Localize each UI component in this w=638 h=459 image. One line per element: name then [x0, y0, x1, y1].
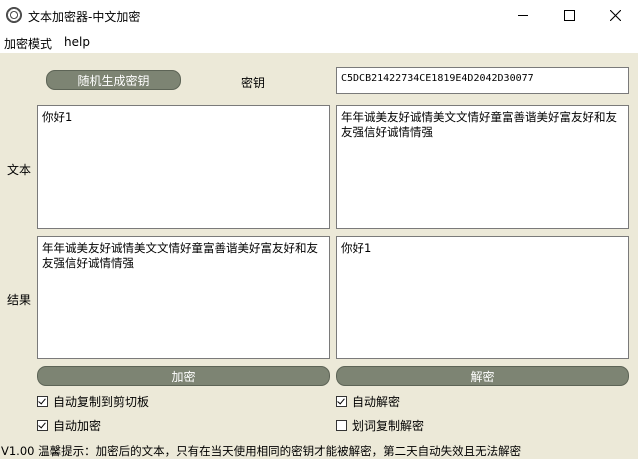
title-bar: 文本加密器-中文加密 [0, 0, 638, 31]
auto-decrypt-checkbox[interactable]: 自动解密 [336, 393, 400, 410]
decrypt-result-output[interactable]: 你好1 [336, 236, 629, 359]
menu-help[interactable]: help [64, 35, 90, 49]
key-input[interactable]: C5DCB21422734CE1819E4D2042D30077 [336, 67, 629, 94]
select-copy-decrypt-label: 划词复制解密 [352, 419, 425, 433]
result-row-label: 结果 [7, 293, 32, 307]
auto-encrypt-label: 自动加密 [53, 419, 102, 433]
key-label: 密钥 [241, 76, 266, 90]
select-copy-decrypt-checkbox[interactable]: 划词复制解密 [336, 417, 424, 434]
close-button[interactable] [592, 0, 638, 31]
menu-encrypt-mode[interactable]: 加密模式 [4, 35, 52, 52]
menu-bar: 加密模式 help [0, 31, 638, 53]
minimize-button[interactable] [500, 0, 546, 31]
close-icon [609, 10, 621, 21]
encrypt-button[interactable]: 加密 [37, 366, 330, 386]
checkbox-checked-icon [37, 420, 48, 431]
maximize-button[interactable] [546, 0, 592, 31]
plaintext-input[interactable]: 你好1 [37, 105, 330, 229]
checkbox-checked-icon [336, 396, 347, 407]
status-bar: V1.00 温馨提示：加密后的文本，只有在当天使用相同的密钥才能被解密，第二天自… [1, 444, 522, 458]
auto-encrypt-checkbox[interactable]: 自动加密 [37, 417, 101, 434]
main-panel: 随机生成密钥 密钥 C5DCB21422734CE1819E4D2042D300… [0, 53, 638, 459]
generate-key-button[interactable]: 随机生成密钥 [46, 70, 181, 90]
encrypt-result-output[interactable]: 年年诚美友好诚情美文文情好童富善谐美好富友好和友友强信好诚情情强 [37, 236, 330, 359]
window-title: 文本加密器-中文加密 [28, 10, 141, 24]
auto-decrypt-label: 自动解密 [352, 395, 401, 409]
text-row-label: 文本 [7, 163, 32, 177]
ciphertext-input[interactable]: 年年诚美友好诚情美文文情好童富善谐美好富友好和友友强信好诚情情强 [336, 105, 629, 229]
minimize-icon [518, 15, 528, 16]
app-logo-icon [6, 7, 22, 23]
maximize-icon [563, 10, 575, 21]
decrypt-button[interactable]: 解密 [336, 366, 629, 386]
checkbox-unchecked-icon [336, 420, 347, 431]
auto-copy-checkbox[interactable]: 自动复制到剪切板 [37, 393, 149, 410]
checkbox-checked-icon [37, 396, 48, 407]
auto-copy-label: 自动复制到剪切板 [53, 395, 150, 409]
